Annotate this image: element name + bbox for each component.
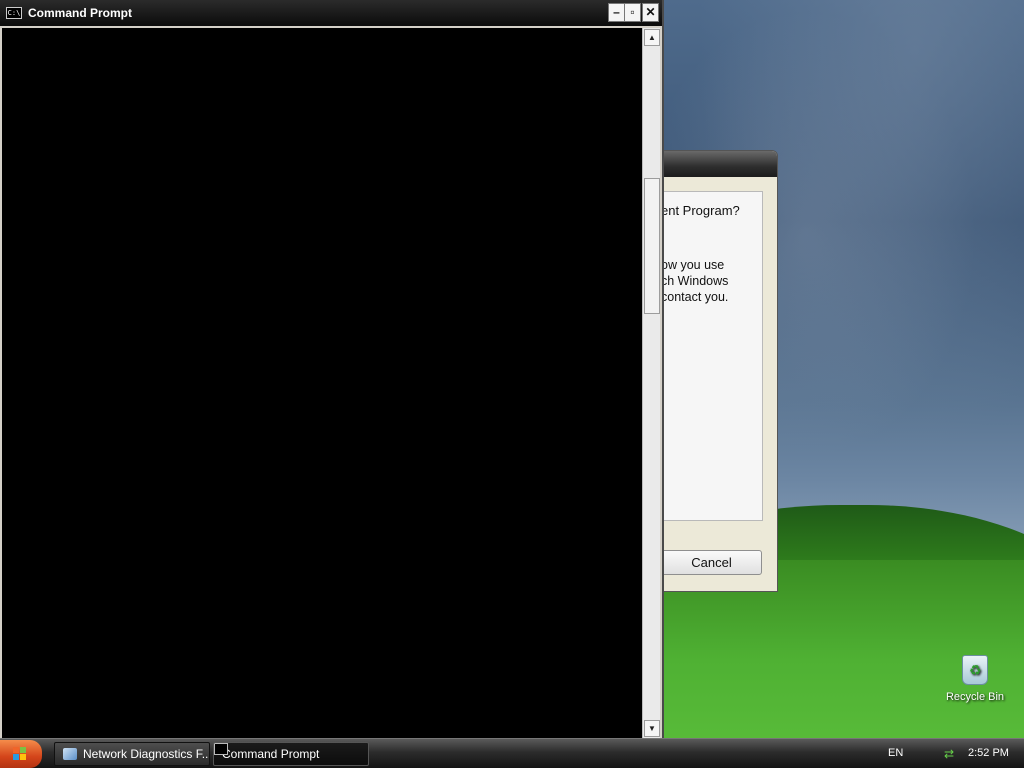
minimize-button[interactable]: – xyxy=(608,3,625,22)
background-dialog[interactable]: ent Program? ow you use ch Windows conta… xyxy=(660,150,778,592)
clock[interactable]: 2:52 PM xyxy=(968,747,1009,759)
dialog-titlebar[interactable] xyxy=(661,151,777,177)
cmd-icon[interactable]: C:\ xyxy=(6,7,22,19)
vertical-scrollbar[interactable]: ▲ ▼ xyxy=(642,28,660,738)
cmd-icon xyxy=(214,743,228,755)
console-output-area[interactable] xyxy=(2,28,642,738)
close-button[interactable]: ✕ xyxy=(642,3,659,22)
taskbar-item-label: Command Prompt xyxy=(222,747,320,761)
network-status-icon[interactable]: ⇄ xyxy=(944,747,958,761)
command-prompt-window[interactable]: C:\ Command Prompt – ▫ ✕ ▲ ▼ xyxy=(0,0,664,738)
cancel-button[interactable]: Cancel xyxy=(661,550,762,575)
windows-flag-icon xyxy=(13,747,27,761)
dialog-body-text: ow you use ch Windows contact you. xyxy=(661,257,728,305)
window-title: Command Prompt xyxy=(28,6,133,20)
recycle-bin-icon xyxy=(962,655,988,685)
taskbar: Network Diagnostics F... Command Prompt … xyxy=(0,738,1024,768)
start-button[interactable] xyxy=(0,740,42,768)
dialog-content-panel xyxy=(661,191,763,521)
cmd-titlebar[interactable]: C:\ Command Prompt – ▫ ✕ xyxy=(0,0,662,26)
language-indicator[interactable]: EN xyxy=(888,747,903,759)
scroll-down-button[interactable]: ▼ xyxy=(644,720,660,737)
dialog-body-line: ow you use xyxy=(661,258,725,272)
recycle-bin-shortcut[interactable]: Recycle Bin xyxy=(940,655,1010,703)
dialog-body-line: ch Windows xyxy=(661,274,729,288)
network-icon xyxy=(63,748,77,760)
taskbar-item-command-prompt[interactable]: Command Prompt xyxy=(213,742,369,766)
dialog-body-line: contact you. xyxy=(661,290,729,304)
scroll-up-button[interactable]: ▲ xyxy=(644,29,660,46)
recycle-bin-label: Recycle Bin xyxy=(945,691,1005,703)
taskbar-item-network-diagnostics[interactable]: Network Diagnostics F... xyxy=(54,742,210,766)
restore-button[interactable]: ▫ xyxy=(624,3,641,22)
scrollbar-thumb[interactable] xyxy=(644,178,660,314)
taskbar-item-label: Network Diagnostics F... xyxy=(83,747,210,761)
dialog-question: ent Program? xyxy=(661,203,740,218)
